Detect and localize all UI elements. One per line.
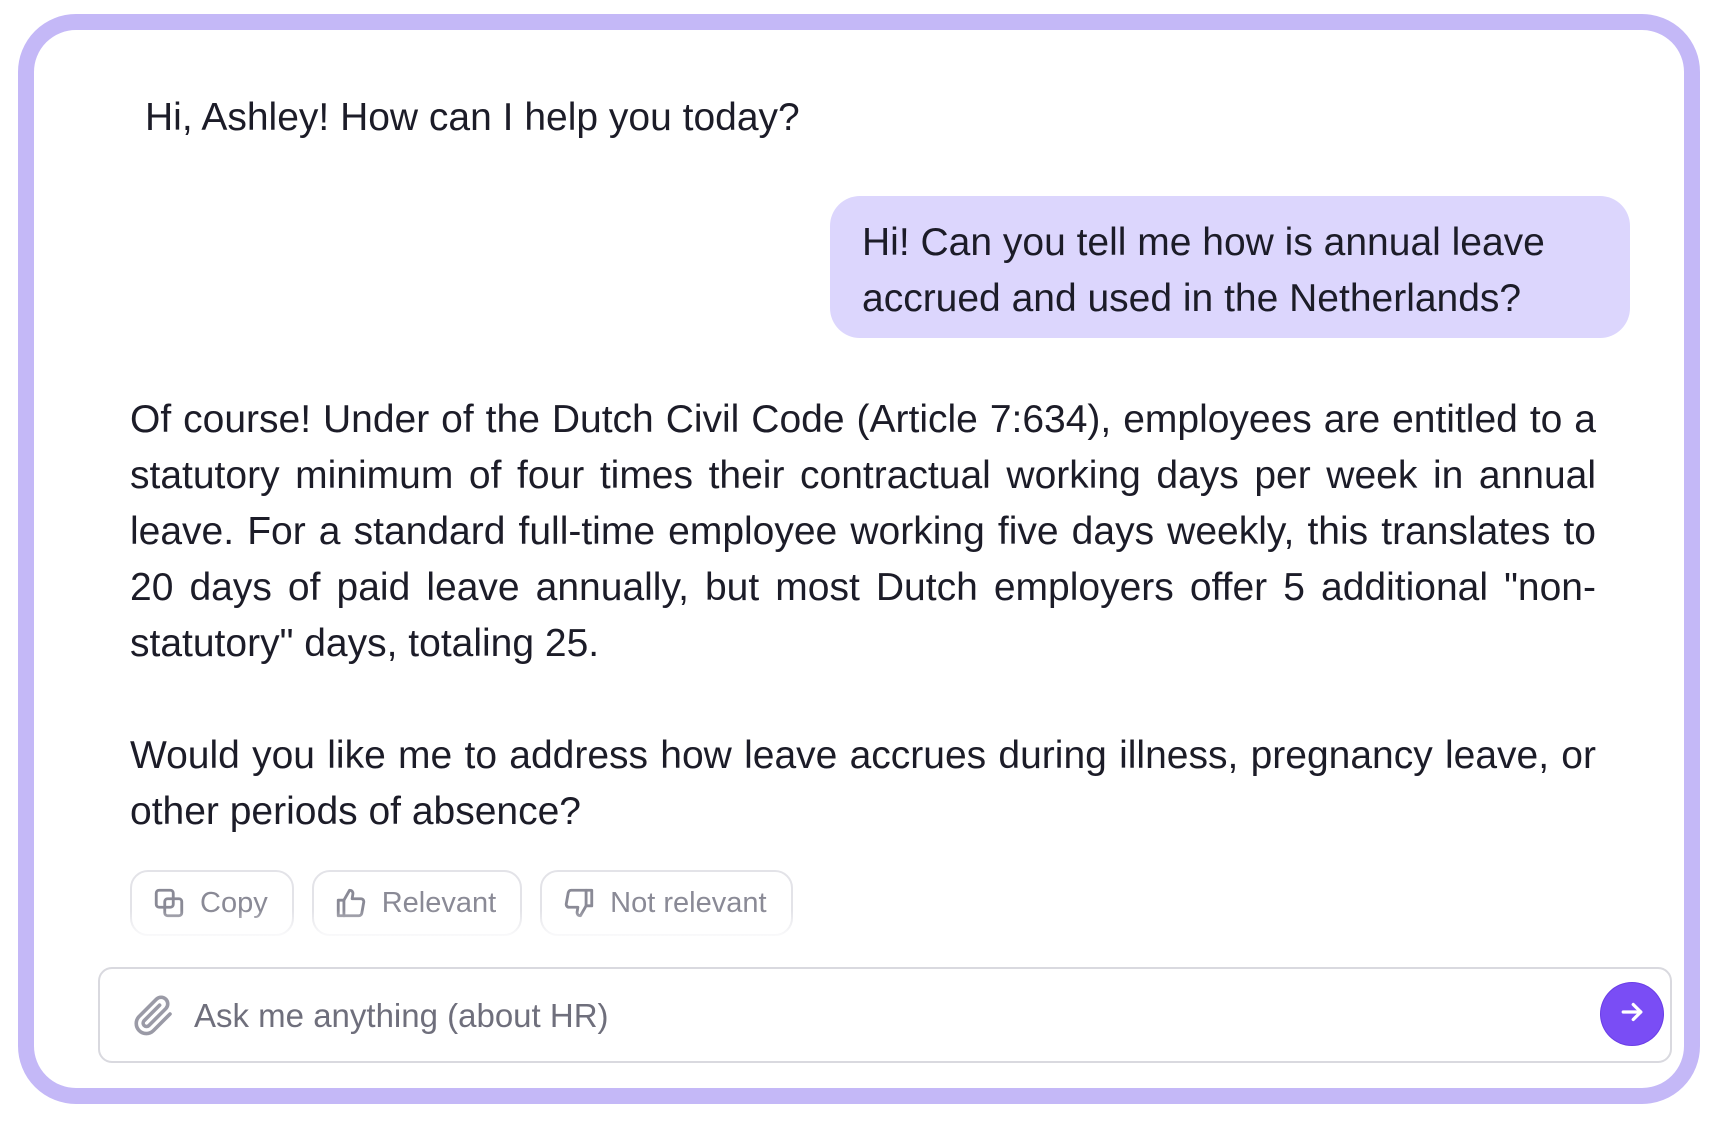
user-message-text: Hi! Can you tell me how is annual leave … [862,221,1545,320]
assistant-message-paragraph: Of course! Under of the Dutch Civil Code… [130,398,1596,665]
user-message-bubble: Hi! Can you tell me how is annual leave … [830,196,1630,338]
send-button[interactable] [1601,983,1663,1045]
actions-fade-overlay [34,910,1684,942]
paperclip-icon[interactable] [130,991,178,1039]
arrow-right-icon [1617,997,1647,1032]
assistant-message-paragraph: Would you like me to address how leave a… [130,734,1596,833]
chat-input[interactable] [192,983,1566,1049]
chat-composer [98,967,1672,1063]
chat-window: Hi, Ashley! How can I help you today? Hi… [18,14,1700,1104]
assistant-greeting: Hi, Ashley! How can I help you today? [145,96,800,139]
assistant-message: Of course! Under of the Dutch Civil Code… [130,392,1596,840]
scrollbar[interactable] [1696,330,1700,758]
